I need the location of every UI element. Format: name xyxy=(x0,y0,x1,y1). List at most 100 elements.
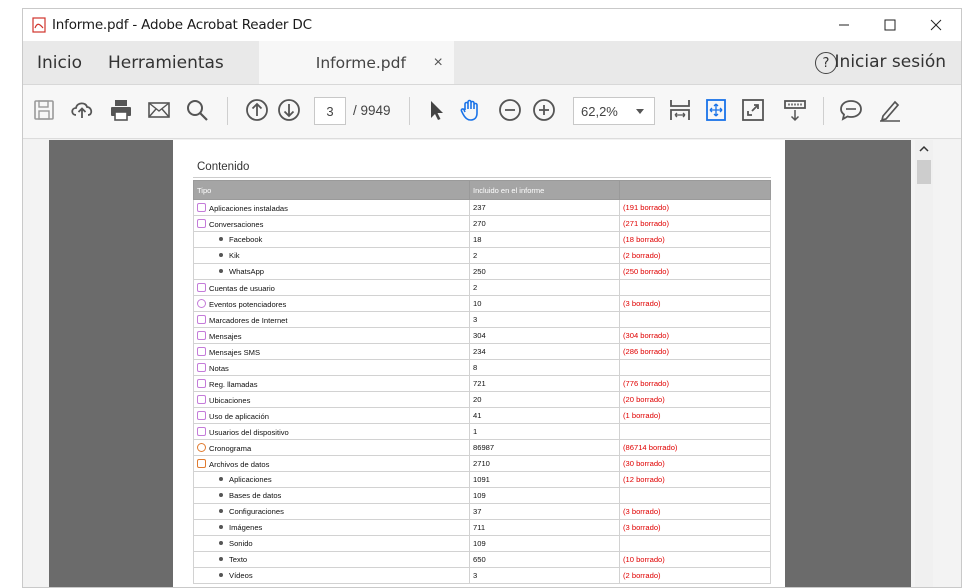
cell-deleted: (1 borrado) xyxy=(619,407,771,424)
cell-included: 10 xyxy=(469,295,620,312)
cell-type: Ubicaciones xyxy=(193,391,470,408)
menu-home[interactable]: Inicio xyxy=(23,41,95,84)
row-label: Aplicaciones xyxy=(229,475,272,484)
row-label: Eventos potenciadores xyxy=(209,299,287,309)
bullet-icon xyxy=(219,541,223,545)
table-row: Texto 650 (10 borrado) xyxy=(193,551,771,568)
location-icon xyxy=(197,394,206,404)
tab-informe[interactable]: Informe.pdf × xyxy=(258,41,454,84)
divider xyxy=(193,177,771,178)
save-icon[interactable] xyxy=(29,95,59,125)
comment-icon[interactable] xyxy=(836,95,866,125)
column-header-deleted xyxy=(619,180,771,200)
cell-deleted: (86714 borrado) xyxy=(619,439,771,456)
row-label: Ubicaciones xyxy=(209,395,251,405)
bullet-icon xyxy=(219,493,223,497)
page-number-input[interactable]: 3 xyxy=(314,97,346,125)
close-window-button[interactable] xyxy=(913,9,959,41)
cell-included: 237 xyxy=(469,199,620,216)
bullet-icon xyxy=(219,237,223,241)
zoom-select[interactable]: 62,2% xyxy=(573,97,655,125)
table-row: Ubicaciones 20 (20 borrado) xyxy=(193,391,771,408)
hand-tool-icon[interactable] xyxy=(456,95,486,125)
cell-type: Eventos potenciadores xyxy=(193,295,470,312)
vertical-scrollbar[interactable] xyxy=(915,140,933,587)
zoom-in-icon[interactable] xyxy=(529,95,559,125)
zoom-out-icon[interactable] xyxy=(495,95,525,125)
cell-type: Reg. llamadas xyxy=(193,375,470,392)
cell-included: 711 xyxy=(469,519,620,536)
cell-included: 2710 xyxy=(469,455,620,472)
cell-type: Facebook xyxy=(193,231,470,248)
page-background xyxy=(785,140,911,587)
cell-deleted xyxy=(619,423,771,440)
table-row: Notas 8 xyxy=(193,359,771,376)
fit-page-icon[interactable] xyxy=(665,95,695,125)
bullet-icon xyxy=(219,269,223,273)
cell-type: Mensajes SMS xyxy=(193,343,470,360)
cell-type: Bases de datos xyxy=(193,487,470,504)
cell-type: Vídeos xyxy=(193,567,470,584)
power-icon xyxy=(197,298,206,308)
row-label: Usuarios del dispositivo xyxy=(209,427,289,437)
cell-deleted: (3 borrado) xyxy=(619,503,771,520)
cell-type: Imágenes xyxy=(193,519,470,536)
table-row: Cronograma 86987 (86714 borrado) xyxy=(193,439,771,456)
scroll-up-icon[interactable] xyxy=(915,140,933,158)
search-icon[interactable] xyxy=(182,95,212,125)
row-label: Mensajes SMS xyxy=(209,347,261,357)
scroll-thumb[interactable] xyxy=(917,160,931,184)
pdf-page: Contenido Tipo Incluido en el informe Ap… xyxy=(173,140,785,587)
acrobat-window: Informe.pdf - Adobe Acrobat Reader DC In… xyxy=(22,8,962,588)
table-row: WhatsApp 250 (250 borrado) xyxy=(193,263,771,280)
pdf-app-icon xyxy=(32,17,46,33)
report-table: Tipo Incluido en el informe Aplicaciones… xyxy=(193,180,771,584)
column-header-type: Tipo xyxy=(193,180,470,200)
cell-type: Cronograma xyxy=(193,439,470,456)
document-viewport[interactable]: Contenido Tipo Incluido en el informe Ap… xyxy=(23,140,961,587)
menu-bar: Inicio Herramientas Informe.pdf × ? Inic… xyxy=(23,41,961,85)
row-label: Bases de datos xyxy=(229,491,282,500)
tab-close-icon[interactable]: × xyxy=(433,54,442,72)
zoom-value: 62,2% xyxy=(581,103,618,119)
cloud-upload-icon[interactable] xyxy=(67,95,97,125)
minimize-button[interactable] xyxy=(821,9,867,41)
cell-deleted xyxy=(619,535,771,552)
cell-deleted xyxy=(619,359,771,376)
bullet-icon xyxy=(219,477,223,481)
select-cursor-icon[interactable] xyxy=(421,95,451,125)
mail-icon[interactable] xyxy=(144,95,174,125)
maximize-button[interactable] xyxy=(867,9,913,41)
cell-type: Configuraciones xyxy=(193,503,470,520)
apps-icon xyxy=(197,202,206,212)
cell-deleted: (12 borrado) xyxy=(619,471,771,488)
next-page-icon[interactable] xyxy=(274,95,304,125)
cell-type: Sonido xyxy=(193,535,470,552)
highlight-pen-icon[interactable] xyxy=(875,95,905,125)
cell-included: 234 xyxy=(469,343,620,360)
table-row: Facebook 18 (18 borrado) xyxy=(193,231,771,248)
cell-type: Kik xyxy=(193,247,470,264)
cell-type: Archivos de datos xyxy=(193,455,470,472)
print-icon[interactable] xyxy=(106,95,136,125)
menu-tools[interactable]: Herramientas xyxy=(95,41,237,84)
row-label: Mensajes xyxy=(209,331,242,341)
cell-included: 3 xyxy=(469,567,620,584)
signin-button[interactable]: Iniciar sesión xyxy=(835,52,946,72)
cell-type: Aplicaciones xyxy=(193,471,470,488)
toolbar: 3 / 9949 62,2% xyxy=(23,85,961,139)
clock-icon xyxy=(197,442,206,452)
cell-deleted: (2 borrado) xyxy=(619,567,771,584)
previous-page-icon[interactable] xyxy=(242,95,272,125)
page-total: / 9949 xyxy=(353,103,391,118)
fullscreen-icon[interactable] xyxy=(738,95,768,125)
scroll-mode-icon[interactable] xyxy=(701,95,731,125)
row-label: Vídeos xyxy=(229,571,253,580)
title-bar: Informe.pdf - Adobe Acrobat Reader DC xyxy=(23,9,961,41)
row-label: Uso de aplicación xyxy=(209,411,269,421)
read-mode-icon[interactable] xyxy=(780,95,810,125)
sms-icon xyxy=(197,346,206,356)
cell-deleted: (3 borrado) xyxy=(619,295,771,312)
phone-icon xyxy=(197,378,206,388)
table-row: Uso de aplicación 41 (1 borrado) xyxy=(193,407,771,424)
